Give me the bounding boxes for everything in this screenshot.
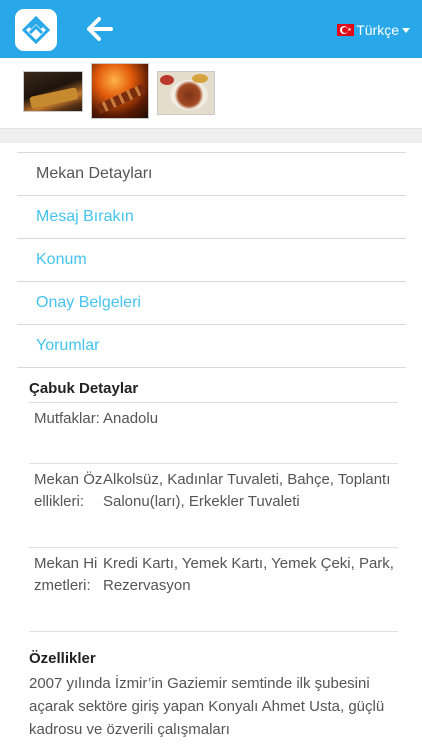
table-row: Mekan Özellikleri: Alkolsüz, Kadınlar Tu… (29, 464, 398, 548)
detail-value: Anadolu (103, 410, 159, 427)
detail-key: Mekan Hizmetleri: (34, 555, 98, 594)
detail-value: Kredi Kartı, Yemek Kartı, Yemek Çeki, Pa… (103, 555, 394, 594)
tab-venue-details[interactable]: Mekan Detayları (17, 153, 406, 196)
detail-value: Alkolsüz, Kadınlar Tuvaleti, Bahçe, Topl… (103, 471, 391, 510)
tab-location[interactable]: Konum (17, 239, 406, 282)
features-title: Özellikler (29, 650, 96, 667)
features-description: 2007 yılında İzmir’in Gaziemir semtinde … (29, 675, 385, 738)
language-selector[interactable]: ★ Türkçe (337, 20, 410, 40)
quick-details-table: Mutfaklar: Anadolu Mekan Özellikleri: Al… (29, 402, 398, 632)
detail-key: Mutfaklar: (34, 410, 100, 427)
plated-meal-photo[interactable] (157, 71, 215, 115)
tab-certificates[interactable]: Onay Belgeleri (17, 282, 406, 325)
photo-gallery (0, 58, 422, 128)
section-divider (0, 128, 422, 143)
quick-details-title: Çabuk Detaylar (29, 380, 139, 397)
grilled-dish-photo[interactable] (23, 71, 83, 112)
turkey-flag-icon: ★ (337, 24, 355, 36)
kebab-skewer-photo[interactable] (91, 63, 149, 119)
tab-leave-message[interactable]: Mesaj Bırakın (17, 196, 406, 239)
chevron-down-icon (402, 27, 410, 33)
language-label: Türkçe (356, 22, 399, 38)
back-arrow-icon[interactable] (86, 15, 114, 43)
tab-reviews[interactable]: Yorumlar (17, 325, 406, 368)
venue-tabs: Mekan Detayları Mesaj Bırakın Konum Onay… (17, 152, 406, 368)
detail-key: Mekan Özellikleri: (34, 471, 103, 510)
table-row: Mutfaklar: Anadolu (29, 403, 398, 464)
app-logo-icon[interactable] (15, 9, 57, 51)
top-bar: ★ Türkçe (0, 0, 422, 58)
table-row: Mekan Hizmetleri: Kredi Kartı, Yemek Kar… (29, 548, 398, 632)
